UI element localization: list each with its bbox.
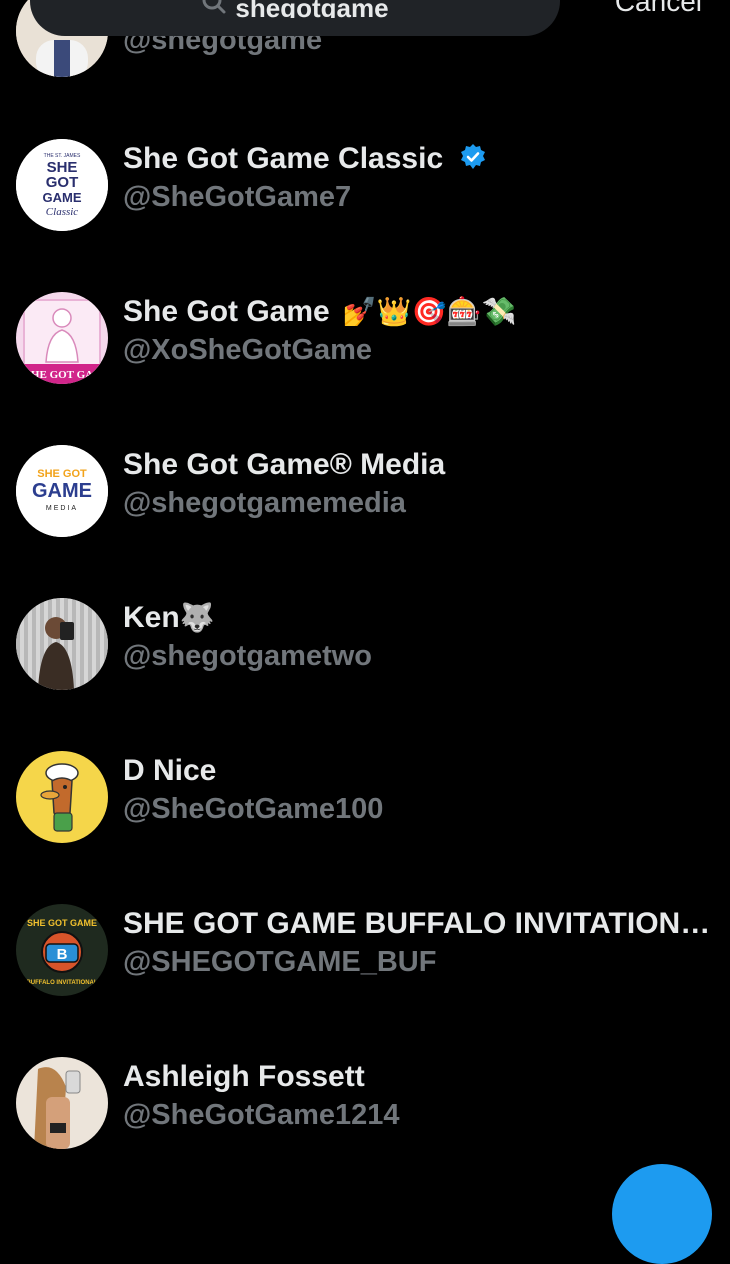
compose-button[interactable] <box>612 1164 712 1264</box>
search-query: shegotgame <box>235 0 389 18</box>
avatar <box>16 751 108 843</box>
list-item[interactable]: Ken🐺 @shegotgametwo <box>0 598 730 708</box>
result-name: Ashleigh Fossett <box>123 1060 365 1093</box>
emoji-icons: 💅👑🎯🎰💸 <box>342 296 517 327</box>
avatar: SHE GOT GAME B BUFFALO INVITATIONAL <box>16 904 108 996</box>
mirror-selfie-avatar-icon <box>16 598 108 690</box>
avatar <box>16 1057 108 1149</box>
buffalo-invitational-logo-icon: SHE GOT GAME B BUFFALO INVITATIONAL <box>16 904 108 996</box>
result-handle: @shegotgametwo <box>123 640 373 672</box>
result-handle: @XoSheGotGame <box>123 334 373 366</box>
pink-silhouette-logo-icon: HE GOT GA <box>16 292 108 384</box>
avatar: THE ST. JAMES SHE GOT GAME Classic <box>16 139 108 231</box>
svg-text:SHE GOT: SHE GOT <box>37 468 87 480</box>
selfie-avatar-icon <box>16 1057 108 1149</box>
result-handle: @SheGotGame7 <box>123 181 352 213</box>
result-handle: @shegotgamemedia <box>123 487 406 519</box>
she-got-game-classic-logo-icon: THE ST. JAMES SHE GOT GAME Classic <box>16 139 108 231</box>
wolf-emoji-icon: 🐺 <box>179 602 215 633</box>
verified-badge-icon <box>461 144 486 169</box>
svg-text:GOT: GOT <box>46 174 79 191</box>
svg-text:GAME: GAME <box>43 190 82 205</box>
svg-text:BUFFALO INVITATIONAL: BUFFALO INVITATIONAL <box>26 980 97 986</box>
avatar: SHE GOT GAME MEDIA <box>16 445 108 537</box>
svg-text:HE GOT GA: HE GOT GA <box>31 369 93 381</box>
result-name: Ken🐺 <box>123 600 714 636</box>
result-handle: @SHEGOTGAME_BUF <box>123 946 437 978</box>
list-item[interactable]: Ashleigh Fossett @SheGotGame1214 <box>0 1057 730 1167</box>
search-icon <box>202 0 226 14</box>
result-name-text: She Got Game <box>123 295 330 328</box>
svg-text:GAME: GAME <box>32 480 92 502</box>
result-name: She Got Game® Media <box>123 448 446 481</box>
she-got-game-media-logo-icon: SHE GOT GAME MEDIA <box>16 445 108 537</box>
result-name: She Got Game Classic <box>123 141 714 177</box>
svg-text:B: B <box>57 946 68 963</box>
result-name: She Got Game 💅👑🎯🎰💸 <box>123 294 714 330</box>
list-item[interactable]: D Nice @SheGotGame100 <box>0 751 730 861</box>
list-item[interactable]: THE ST. JAMES SHE GOT GAME Classic She G… <box>0 139 730 249</box>
svg-text:MEDIA: MEDIA <box>46 505 78 512</box>
avatar <box>16 598 108 690</box>
result-name: D Nice <box>123 754 217 787</box>
cartoon-duck-avatar-icon <box>16 751 108 843</box>
svg-text:SHE GOT GAME: SHE GOT GAME <box>27 918 97 928</box>
search-input[interactable]: shegotgame <box>30 0 560 36</box>
result-name: SHE GOT GAME BUFFALO INVITATION… <box>123 907 711 940</box>
list-item[interactable]: HE GOT GA She Got Game 💅👑🎯🎰💸 @XoSheGotGa… <box>0 292 730 402</box>
result-handle: @SheGotGame100 <box>123 793 384 825</box>
result-handle: @SheGotGame1214 <box>123 1099 400 1131</box>
result-name-text: She Got Game Classic <box>123 142 444 175</box>
svg-text:Classic: Classic <box>46 206 79 218</box>
list-item[interactable]: SHE GOT GAME MEDIA She Got Game® Media @… <box>0 445 730 555</box>
cancel-button[interactable]: Cancel <box>615 0 702 16</box>
result-name-text: Ken <box>123 601 180 634</box>
avatar: HE GOT GA <box>16 292 108 384</box>
list-item[interactable]: SHE GOT GAME B BUFFALO INVITATIONAL SHE … <box>0 904 730 1014</box>
